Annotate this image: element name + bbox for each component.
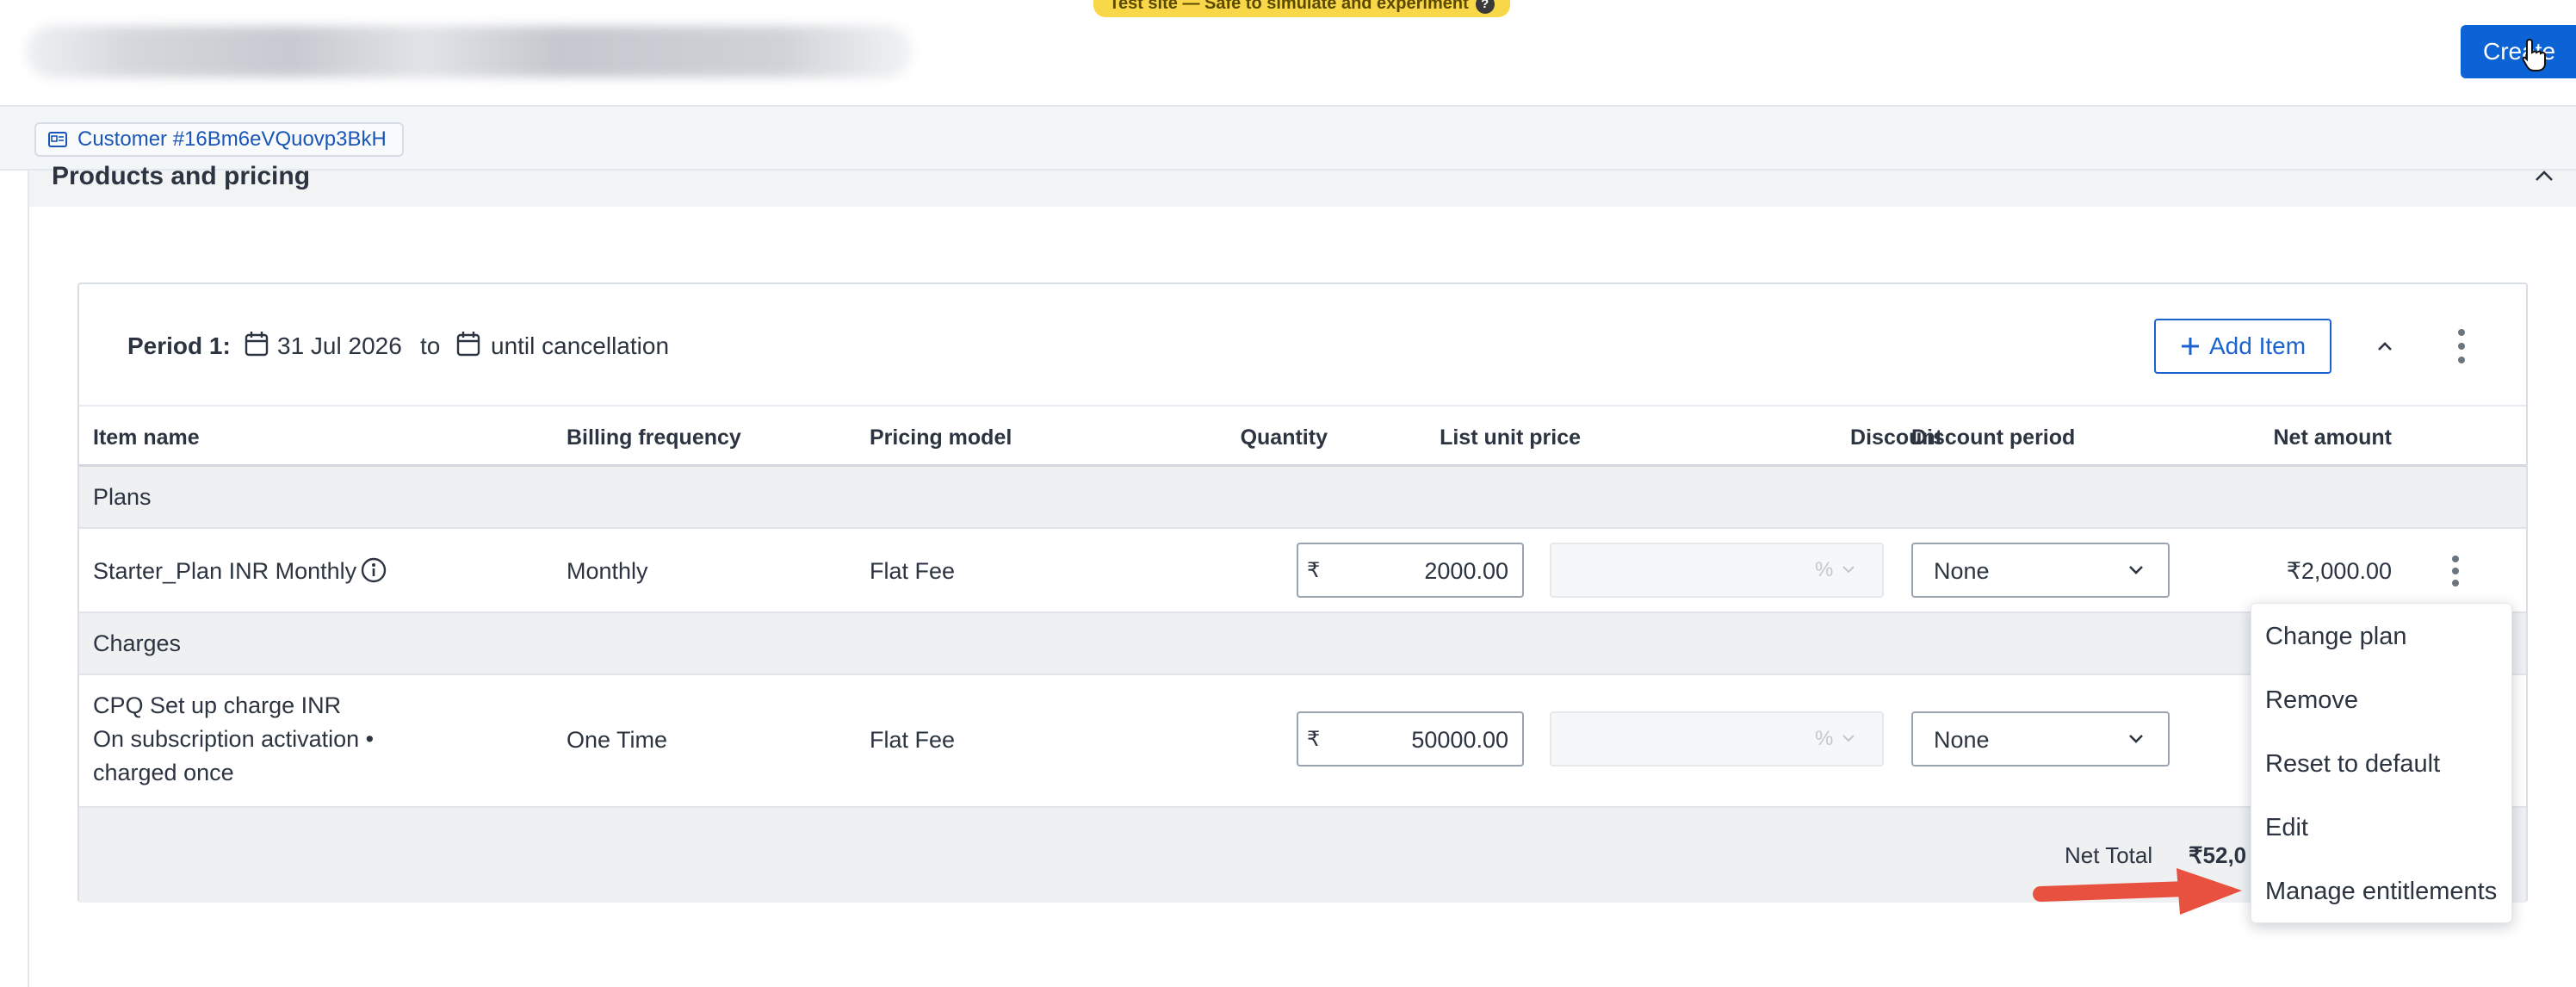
test-site-banner: Test site — Safe to simulate and experim…	[1093, 0, 1510, 17]
item-name: CPQ Set up charge INR	[93, 692, 342, 718]
id-card-icon	[48, 132, 67, 147]
discount-input: %	[1550, 543, 1884, 598]
period-to-label: to	[420, 332, 441, 359]
percent-suffix: %	[1815, 558, 1834, 581]
chevron-down-icon	[1842, 566, 1855, 574]
list-unit-price-value: 50000.00	[1411, 727, 1508, 753]
table-row: Starter_Plan INR Monthly Monthly Flat Fe…	[79, 529, 2526, 613]
chevron-down-icon	[2129, 735, 2143, 743]
chevron-down-icon	[1842, 735, 1855, 742]
percent-suffix: %	[1815, 727, 1834, 750]
section-title: Products and pricing	[52, 162, 311, 190]
currency-symbol: ₹	[1307, 559, 1321, 582]
column-header: List unit price	[1440, 425, 1581, 450]
group-label: Plans	[93, 484, 152, 510]
column-header: Discount period	[1911, 425, 2076, 450]
create-button[interactable]: Create	[2461, 25, 2576, 78]
discount-period-select[interactable]: None	[1911, 543, 2170, 598]
list-unit-price-input[interactable]: ₹ 2000.00	[1297, 543, 1524, 598]
plus-icon	[2181, 338, 2199, 355]
menu-item-edit[interactable]: Edit	[2265, 814, 2308, 842]
billing-frequency: Monthly	[567, 558, 648, 584]
info-icon[interactable]	[360, 556, 387, 584]
row-actions-menu: Change plan Remove Reset to default Edit…	[2251, 603, 2512, 923]
column-header: Net amount	[2273, 425, 2393, 450]
table-row: CPQ Set up charge INR On subscription ac…	[79, 675, 2526, 808]
customer-chip[interactable]: Customer #16Bm6eVQuovp3BkH	[34, 122, 404, 157]
group-row-plans: Plans	[79, 467, 2526, 529]
section-header[interactable]: Products and pricing	[29, 162, 2576, 207]
net-amount: ₹2,000.00	[2286, 558, 2392, 584]
period-header: Period 1: 31 Jul 2026 to until cancellat…	[79, 284, 2526, 405]
billing-frequency: One Time	[567, 727, 668, 753]
more-options-icon[interactable]	[2445, 552, 2466, 590]
table-header: Item name Billing frequency Pricing mode…	[79, 405, 2526, 467]
pricing-model: Flat Fee	[870, 727, 956, 753]
context-bar: Customer #16Bm6eVQuovp3BkH	[0, 107, 2576, 171]
pricing-model: Flat Fee	[870, 558, 956, 584]
menu-item-remove[interactable]: Remove	[2265, 686, 2358, 715]
period-start-date[interactable]: 31 Jul 2026	[277, 332, 402, 360]
column-header: Item name	[93, 425, 200, 450]
chevron-up-icon[interactable]	[2366, 327, 2404, 365]
help-icon[interactable]: ?	[1475, 0, 1495, 14]
discount-input: %	[1550, 711, 1884, 767]
group-label: Charges	[93, 630, 182, 656]
calendar-icon	[245, 332, 269, 357]
menu-item-manage-entitlements[interactable]: Manage entitlements	[2265, 878, 2497, 906]
annotation-arrow-icon	[2033, 868, 2242, 915]
period-label: Period 1:	[127, 332, 231, 359]
currency-symbol: ₹	[1307, 728, 1321, 751]
top-header: Test site — Safe to simulate and experim…	[0, 0, 2576, 107]
period-end-label[interactable]: until cancellation	[491, 332, 669, 360]
discount-period-value: None	[1934, 727, 1990, 753]
calendar-icon	[456, 332, 480, 357]
period-card: Period 1: 31 Jul 2026 to until cancellat…	[77, 282, 2528, 903]
group-row-charges: Charges	[79, 613, 2526, 675]
add-item-label: Add Item	[2208, 332, 2307, 359]
list-unit-price-input[interactable]: ₹ 50000.00	[1297, 711, 1524, 767]
item-charge-frequency: charged once	[93, 760, 234, 785]
list-unit-price-value: 2000.00	[1424, 558, 1508, 584]
column-header: Quantity	[1240, 425, 1328, 450]
customer-chip-label: Customer #16Bm6eVQuovp3BkH	[77, 127, 387, 151]
menu-item-reset-to-default[interactable]: Reset to default	[2265, 750, 2440, 779]
column-header: Pricing model	[870, 425, 1012, 450]
item-name: Starter_Plan INR Monthly	[93, 558, 357, 584]
more-options-icon[interactable]	[2449, 324, 2474, 369]
add-item-button[interactable]: Add Item	[2154, 319, 2331, 374]
hand-pointer-cursor-icon	[2522, 38, 2546, 71]
chevron-down-icon	[2129, 566, 2143, 574]
discount-period-value: None	[1934, 558, 1990, 584]
test-site-banner-text: Test site — Safe to simulate and experim…	[1109, 0, 1469, 13]
menu-item-change-plan[interactable]: Change plan	[2265, 623, 2406, 651]
column-header: Billing frequency	[567, 425, 741, 450]
blurred-page-title	[26, 26, 913, 78]
chevron-up-icon[interactable]	[2533, 167, 2555, 184]
discount-period-select[interactable]: None	[1911, 711, 2170, 767]
item-charge-event: On subscription activation •	[93, 726, 375, 752]
